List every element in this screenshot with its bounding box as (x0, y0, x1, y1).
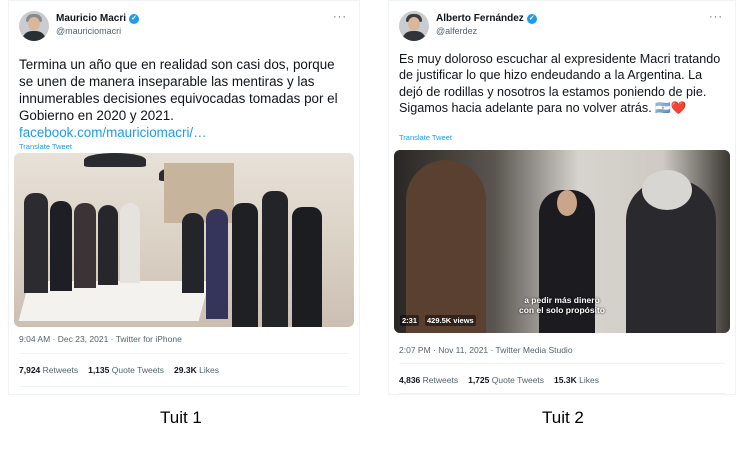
tweet-video[interactable]: a pedir más dinero con el solo propósito… (394, 150, 730, 333)
divider (19, 386, 349, 387)
quote-tweets-label: Quote Tweets (111, 365, 165, 375)
likes-label: Likes (199, 365, 219, 375)
verified-badge-icon: ✓ (129, 13, 140, 24)
quote-tweets-stat[interactable]: 1,725 Quote Tweets (468, 375, 544, 385)
author-name[interactable]: Alberto Fernández (436, 13, 524, 24)
verified-badge-icon: ✓ (526, 13, 537, 24)
retweets-label: Retweets (422, 375, 459, 385)
person (120, 203, 140, 283)
person (24, 193, 48, 293)
tweet-timestamp[interactable]: 2:07 PM · Nov 11, 2021 · Twitter Media S… (399, 345, 573, 355)
author-name-row[interactable]: Mauricio Macri ✓ (56, 13, 140, 24)
divider (399, 363, 725, 364)
tweet-body: Termina un año que en realidad son casi … (19, 57, 338, 123)
author-name[interactable]: Mauricio Macri (56, 13, 126, 24)
subtitle-line-1: a pedir más dinero (524, 295, 600, 305)
subtitle-line-2: con el solo propósito (519, 305, 605, 315)
tweet-header: Alberto Fernández ✓ @alferdez ··· (399, 11, 725, 47)
avatar[interactable] (19, 11, 49, 41)
person (98, 205, 118, 285)
divider (399, 393, 725, 394)
tweet-header: Mauricio Macri ✓ @mauriciomacri ··· (19, 11, 349, 47)
caption-tuit-1: Tuit 1 (160, 408, 202, 427)
author-handle[interactable]: @alferdez (436, 26, 477, 36)
quote-tweets-count: 1,725 (468, 375, 490, 385)
more-options-icon[interactable]: ··· (333, 11, 347, 23)
tweet-photo[interactable] (14, 153, 354, 327)
retweets-count: 4,836 (399, 375, 421, 385)
tweet-link[interactable]: facebook.com/mauriciomacri/… (19, 125, 207, 140)
person (262, 191, 288, 327)
person (182, 213, 204, 293)
tweet-text: Es muy doloroso escuchar al expresidente… (399, 51, 725, 116)
caption-tuit-2: Tuit 2 (542, 408, 584, 427)
translate-tweet-link[interactable]: Translate Tweet (19, 142, 72, 151)
quote-tweets-label: Quote Tweets (491, 375, 545, 385)
person (74, 203, 96, 288)
tweet-card-fernandez[interactable]: Alberto Fernández ✓ @alferdez ··· Es muy… (388, 0, 736, 395)
likes-label: Likes (579, 375, 599, 385)
tweet-stats: 7,924 Retweets 1,135 Quote Tweets 29.3K … (19, 365, 219, 375)
translate-tweet-link[interactable]: Translate Tweet (399, 133, 452, 142)
video-duration: 2:31 (400, 315, 420, 326)
quote-tweets-stat[interactable]: 1,135 Quote Tweets (88, 365, 164, 375)
tweet-card-macri[interactable]: Mauricio Macri ✓ @mauriciomacri ··· Term… (8, 0, 360, 395)
retweets-stat[interactable]: 7,924 Retweets (19, 365, 78, 375)
video-meta: 2:31 429.5K views (400, 315, 476, 326)
video-subtitle: a pedir más dinero con el solo propósito (394, 295, 730, 315)
likes-count: 29.3K (174, 365, 197, 375)
avatar[interactable] (399, 11, 429, 41)
tweet-timestamp[interactable]: 9:04 AM · Dec 23, 2021 · Twitter for iPh… (19, 334, 182, 344)
video-views: 429.5K views (425, 315, 476, 326)
person (232, 203, 258, 327)
more-options-icon[interactable]: ··· (709, 11, 723, 23)
ceiling-lamp (84, 153, 146, 167)
person (206, 209, 228, 319)
tweet-text: Termina un año que en realidad son casi … (19, 56, 349, 141)
likes-stat[interactable]: 29.3K Likes (174, 365, 219, 375)
author-handle[interactable]: @mauriciomacri (56, 26, 121, 36)
quote-tweets-count: 1,135 (88, 365, 110, 375)
tweet-body: Es muy doloroso escuchar al expresidente… (399, 52, 721, 115)
hair (642, 170, 692, 210)
person (50, 201, 72, 291)
likes-stat[interactable]: 15.3K Likes (554, 375, 599, 385)
divider (19, 353, 349, 354)
retweets-label: Retweets (42, 365, 79, 375)
person (292, 207, 322, 327)
author-name-row[interactable]: Alberto Fernández ✓ (436, 13, 537, 24)
likes-count: 15.3K (554, 375, 577, 385)
tweet-stats: 4,836 Retweets 1,725 Quote Tweets 15.3K … (399, 375, 599, 385)
face (557, 190, 577, 216)
retweets-count: 7,924 (19, 365, 41, 375)
retweets-stat[interactable]: 4,836 Retweets (399, 375, 458, 385)
